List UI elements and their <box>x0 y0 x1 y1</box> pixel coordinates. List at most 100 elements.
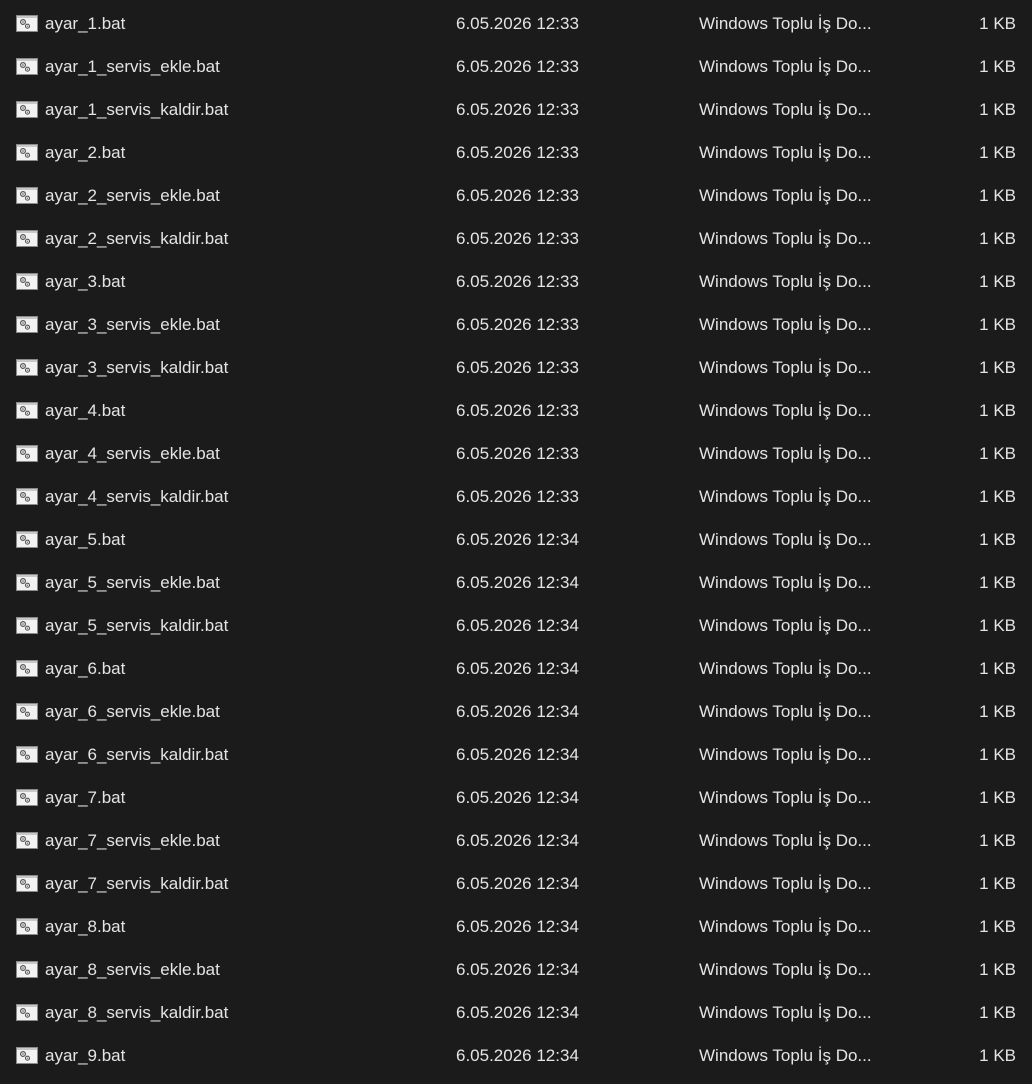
file-type: Windows Toplu İş Do... <box>699 616 872 635</box>
date-modified: 6.05.2026 12:33 <box>456 487 579 506</box>
batch-file-icon <box>16 531 38 548</box>
batch-file-icon <box>16 875 38 892</box>
file-type: Windows Toplu İş Do... <box>699 659 872 678</box>
file-size: 1 KB <box>979 358 1016 377</box>
file-row[interactable]: ayar_1.bat 6.05.2026 12:33 Windows Toplu… <box>0 2 1032 45</box>
batch-file-icon <box>16 1004 38 1021</box>
file-name: ayar_6_servis_kaldir.bat <box>45 745 229 764</box>
date-modified: 6.05.2026 12:33 <box>456 444 579 463</box>
date-modified: 6.05.2026 12:33 <box>456 358 579 377</box>
batch-file-icon <box>16 316 38 333</box>
file-type: Windows Toplu İş Do... <box>699 444 872 463</box>
file-type: Windows Toplu İş Do... <box>699 401 872 420</box>
file-type: Windows Toplu İş Do... <box>699 788 872 807</box>
file-type: Windows Toplu İş Do... <box>699 100 872 119</box>
date-modified: 6.05.2026 12:34 <box>456 1046 579 1065</box>
file-row[interactable]: ayar_4_servis_ekle.bat 6.05.2026 12:33 W… <box>0 432 1032 475</box>
file-name: ayar_2_servis_ekle.bat <box>45 186 220 205</box>
file-row[interactable]: ayar_7_servis_kaldir.bat 6.05.2026 12:34… <box>0 862 1032 905</box>
file-type: Windows Toplu İş Do... <box>699 272 872 291</box>
date-modified: 6.05.2026 12:34 <box>456 616 579 635</box>
date-modified: 6.05.2026 12:34 <box>456 530 579 549</box>
file-row[interactable]: ayar_3.bat 6.05.2026 12:33 Windows Toplu… <box>0 260 1032 303</box>
file-size: 1 KB <box>979 1046 1016 1065</box>
file-type: Windows Toplu İş Do... <box>699 745 872 764</box>
file-type: Windows Toplu İş Do... <box>699 57 872 76</box>
date-modified: 6.05.2026 12:34 <box>456 573 579 592</box>
batch-file-icon <box>16 187 38 204</box>
batch-file-icon <box>16 918 38 935</box>
file-name: ayar_5_servis_ekle.bat <box>45 573 220 592</box>
date-modified: 6.05.2026 12:33 <box>456 14 579 33</box>
file-size: 1 KB <box>979 444 1016 463</box>
file-list: ayar_1.bat 6.05.2026 12:33 Windows Toplu… <box>0 0 1032 1084</box>
file-name: ayar_7.bat <box>45 788 126 807</box>
file-size: 1 KB <box>979 917 1016 936</box>
file-name: ayar_9.bat <box>45 1046 126 1065</box>
file-size: 1 KB <box>979 143 1016 162</box>
file-row[interactable]: ayar_9.bat 6.05.2026 12:34 Windows Toplu… <box>0 1034 1032 1077</box>
file-size: 1 KB <box>979 100 1016 119</box>
file-size: 1 KB <box>979 14 1016 33</box>
file-name: ayar_1_servis_ekle.bat <box>45 57 220 76</box>
date-modified: 6.05.2026 12:33 <box>456 272 579 291</box>
file-name: ayar_3.bat <box>45 272 126 291</box>
file-row[interactable]: ayar_5_servis_ekle.bat 6.05.2026 12:34 W… <box>0 561 1032 604</box>
file-size: 1 KB <box>979 401 1016 420</box>
file-type: Windows Toplu İş Do... <box>699 702 872 721</box>
file-row[interactable]: ayar_3_servis_ekle.bat 6.05.2026 12:33 W… <box>0 303 1032 346</box>
file-name: ayar_3_servis_kaldir.bat <box>45 358 229 377</box>
file-name: ayar_1.bat <box>45 14 126 33</box>
file-name: ayar_8_servis_kaldir.bat <box>45 1003 229 1022</box>
batch-file-icon <box>16 703 38 720</box>
file-row[interactable]: ayar_7_servis_ekle.bat 6.05.2026 12:34 W… <box>0 819 1032 862</box>
batch-file-icon <box>16 144 38 161</box>
batch-file-icon <box>16 617 38 634</box>
batch-file-icon <box>16 230 38 247</box>
date-modified: 6.05.2026 12:34 <box>456 745 579 764</box>
file-row[interactable]: ayar_1_servis_ekle.bat 6.05.2026 12:33 W… <box>0 45 1032 88</box>
file-type: Windows Toplu İş Do... <box>699 143 872 162</box>
file-type: Windows Toplu İş Do... <box>699 874 872 893</box>
file-row[interactable]: ayar_2.bat 6.05.2026 12:33 Windows Toplu… <box>0 131 1032 174</box>
file-row[interactable]: ayar_1_servis_kaldir.bat 6.05.2026 12:33… <box>0 88 1032 131</box>
file-row[interactable]: ayar_2_servis_ekle.bat 6.05.2026 12:33 W… <box>0 174 1032 217</box>
file-row[interactable]: ayar_8.bat 6.05.2026 12:34 Windows Toplu… <box>0 905 1032 948</box>
batch-file-icon <box>16 273 38 290</box>
file-row[interactable]: ayar_8_servis_kaldir.bat 6.05.2026 12:34… <box>0 991 1032 1034</box>
batch-file-icon <box>16 15 38 32</box>
date-modified: 6.05.2026 12:34 <box>456 874 579 893</box>
file-row[interactable]: ayar_8_servis_ekle.bat 6.05.2026 12:34 W… <box>0 948 1032 991</box>
file-size: 1 KB <box>979 1003 1016 1022</box>
file-type: Windows Toplu İş Do... <box>699 831 872 850</box>
file-size: 1 KB <box>979 573 1016 592</box>
batch-file-icon <box>16 101 38 118</box>
batch-file-icon <box>16 359 38 376</box>
file-type: Windows Toplu İş Do... <box>699 1046 872 1065</box>
file-row[interactable]: ayar_6.bat 6.05.2026 12:34 Windows Toplu… <box>0 647 1032 690</box>
file-name: ayar_2.bat <box>45 143 126 162</box>
date-modified: 6.05.2026 12:34 <box>456 960 579 979</box>
file-row[interactable]: ayar_5_servis_kaldir.bat 6.05.2026 12:34… <box>0 604 1032 647</box>
file-row[interactable]: ayar_4.bat 6.05.2026 12:33 Windows Toplu… <box>0 389 1032 432</box>
file-row[interactable]: ayar_6_servis_kaldir.bat 6.05.2026 12:34… <box>0 733 1032 776</box>
file-name: ayar_5_servis_kaldir.bat <box>45 616 229 635</box>
date-modified: 6.05.2026 12:33 <box>456 100 579 119</box>
file-name: ayar_5.bat <box>45 530 126 549</box>
file-row[interactable]: ayar_4_servis_kaldir.bat 6.05.2026 12:33… <box>0 475 1032 518</box>
date-modified: 6.05.2026 12:33 <box>456 229 579 248</box>
file-row[interactable]: ayar_7.bat 6.05.2026 12:34 Windows Toplu… <box>0 776 1032 819</box>
file-row[interactable]: ayar_6_servis_ekle.bat 6.05.2026 12:34 W… <box>0 690 1032 733</box>
date-modified: 6.05.2026 12:34 <box>456 788 579 807</box>
file-row[interactable]: ayar_5.bat 6.05.2026 12:34 Windows Toplu… <box>0 518 1032 561</box>
batch-file-icon <box>16 746 38 763</box>
file-size: 1 KB <box>979 616 1016 635</box>
file-name: ayar_7_servis_kaldir.bat <box>45 874 229 893</box>
file-row[interactable]: ayar_2_servis_kaldir.bat 6.05.2026 12:33… <box>0 217 1032 260</box>
file-row[interactable]: ayar_3_servis_kaldir.bat 6.05.2026 12:33… <box>0 346 1032 389</box>
file-type: Windows Toplu İş Do... <box>699 530 872 549</box>
date-modified: 6.05.2026 12:34 <box>456 1003 579 1022</box>
file-name: ayar_3_servis_ekle.bat <box>45 315 220 334</box>
file-type: Windows Toplu İş Do... <box>699 917 872 936</box>
date-modified: 6.05.2026 12:34 <box>456 702 579 721</box>
